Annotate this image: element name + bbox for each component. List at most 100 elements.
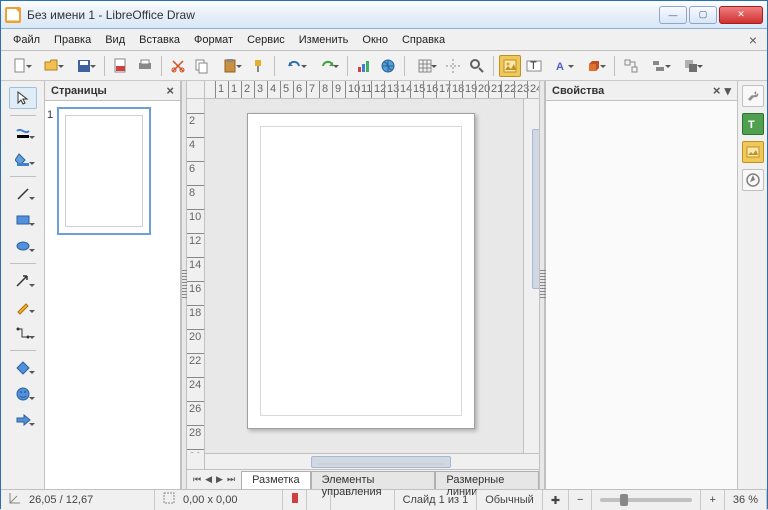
title-bar: Без имени 1 - LibreOffice Draw — ▢ ✕ [1, 1, 767, 29]
scissors-icon [170, 58, 186, 74]
arrow-tool[interactable] [9, 270, 37, 292]
globe-icon [380, 58, 396, 74]
page-canvas[interactable] [247, 113, 475, 429]
save-button[interactable] [69, 55, 99, 77]
pdf-icon [113, 58, 129, 74]
open-button[interactable] [37, 55, 67, 77]
format-paintbrush-button[interactable] [247, 55, 269, 77]
ruler-horizontal[interactable]: 1123456789101112131415161718192021222324… [205, 81, 539, 98]
properties-panel-body [546, 101, 737, 489]
vertical-scrollbar[interactable] [523, 99, 539, 453]
curve-tool[interactable] [9, 296, 37, 318]
page-thumbnail[interactable]: 1 [57, 107, 151, 235]
print-button[interactable] [134, 55, 156, 77]
pages-panel-title: Страницы [51, 85, 107, 97]
properties-panel-menu[interactable]: ▾ [724, 83, 731, 99]
sidebar-properties-tab[interactable] [742, 85, 764, 107]
fill-color-tool[interactable] [9, 148, 37, 170]
rectangle-tool[interactable] [9, 209, 37, 231]
layer-tabs: ⏮ ◀ ▶ ⏭ Разметка Элементы управления Раз… [187, 469, 539, 489]
undo-icon [287, 58, 303, 74]
splitter-right[interactable] [539, 81, 545, 489]
drawing-area[interactable] [205, 99, 523, 453]
menu-format[interactable]: Формат [188, 32, 239, 48]
tab-controls[interactable]: Элементы управления [311, 471, 436, 489]
ruler-vertical[interactable]: 24681012141618202224262830 [187, 99, 205, 453]
status-zoom-slider[interactable] [592, 490, 701, 510]
helplines-button[interactable] [442, 55, 464, 77]
window-title: Без имени 1 - LibreOffice Draw [27, 8, 659, 22]
align-button[interactable] [644, 55, 674, 77]
properties-panel-close[interactable]: × [713, 83, 721, 98]
sidebar-navigator-tab[interactable] [742, 169, 764, 191]
ellipse-tool[interactable] [9, 235, 37, 257]
status-layout[interactable]: Обычный [477, 490, 543, 510]
fontwork-button[interactable]: A [547, 55, 577, 77]
tab-last-icon[interactable]: ⏭ [227, 474, 235, 485]
tab-dimlines[interactable]: Размерные линии [435, 471, 539, 489]
line-color-tool[interactable] [9, 122, 37, 144]
gluepoints-button[interactable] [620, 55, 642, 77]
zoom-button[interactable] [466, 55, 488, 77]
tab-next-icon[interactable]: ▶ [216, 474, 223, 485]
tab-first-icon[interactable]: ⏮ [193, 474, 201, 485]
menu-edit[interactable]: Правка [48, 32, 97, 48]
document-icon [12, 58, 28, 74]
status-zoom-out[interactable]: − [569, 490, 592, 510]
menu-help[interactable]: Справка [396, 32, 451, 48]
menu-window[interactable]: Окно [356, 32, 394, 48]
menu-file[interactable]: Файл [7, 32, 46, 48]
tab-layout[interactable]: Разметка [241, 471, 311, 489]
menu-bar: Файл Правка Вид Вставка Формат Сервис Из… [1, 29, 767, 51]
textbox-button[interactable]: T [523, 55, 545, 77]
cut-button[interactable] [167, 55, 189, 77]
menu-modify[interactable]: Изменить [293, 32, 355, 48]
maximize-button[interactable]: ▢ [689, 6, 717, 24]
pages-panel-body[interactable]: 1 [45, 101, 180, 489]
sidebar-tabbar: T [737, 81, 767, 489]
horizontal-scrollbar[interactable] [205, 453, 539, 469]
block-arrows-tool[interactable] [9, 409, 37, 431]
chart-button[interactable] [353, 55, 375, 77]
paste-button[interactable] [215, 55, 245, 77]
redo-button[interactable] [312, 55, 342, 77]
svg-text:T: T [530, 60, 537, 72]
extrusion-icon [586, 58, 602, 74]
undo-button[interactable] [280, 55, 310, 77]
connector-tool[interactable] [9, 322, 37, 344]
status-zoom-fit[interactable]: ✚ [543, 490, 569, 510]
copy-button[interactable] [191, 55, 213, 77]
menu-view[interactable]: Вид [99, 32, 131, 48]
block-arrow-icon [15, 412, 31, 428]
tab-prev-icon[interactable]: ◀ [205, 474, 212, 485]
menu-tools[interactable]: Сервис [241, 32, 291, 48]
close-window-button[interactable]: ✕ [719, 6, 763, 24]
new-button[interactable] [5, 55, 35, 77]
hyperlink-button[interactable] [377, 55, 399, 77]
line-tool[interactable] [9, 183, 37, 205]
sidebar-styles-tab[interactable]: T [742, 113, 764, 135]
app-icon [5, 7, 21, 23]
grid-button[interactable] [410, 55, 440, 77]
status-zoom-in[interactable]: + [701, 490, 724, 510]
connector-icon [15, 325, 31, 341]
basic-shapes-tool[interactable] [9, 357, 37, 379]
sidebar-gallery-tab[interactable] [742, 141, 764, 163]
cursor-icon [15, 90, 31, 106]
export-pdf-button[interactable] [110, 55, 132, 77]
menu-insert[interactable]: Вставка [133, 32, 186, 48]
minimize-button[interactable]: — [659, 6, 687, 24]
select-tool[interactable] [9, 87, 37, 109]
redo-icon [319, 58, 335, 74]
symbol-shapes-tool[interactable] [9, 383, 37, 405]
chart-icon [356, 58, 372, 74]
arrange-button[interactable] [676, 55, 706, 77]
image-button[interactable] [499, 55, 521, 77]
close-document-button[interactable]: × [745, 32, 761, 48]
tab-navigation: ⏮ ◀ ▶ ⏭ [187, 470, 241, 489]
printer-icon [137, 58, 153, 74]
status-cursor-pos: 26,05 / 12,67 [1, 490, 155, 510]
extrusion-button[interactable] [579, 55, 609, 77]
pages-panel-close[interactable]: × [166, 83, 174, 98]
status-zoom-value[interactable]: 36 % [725, 490, 767, 510]
